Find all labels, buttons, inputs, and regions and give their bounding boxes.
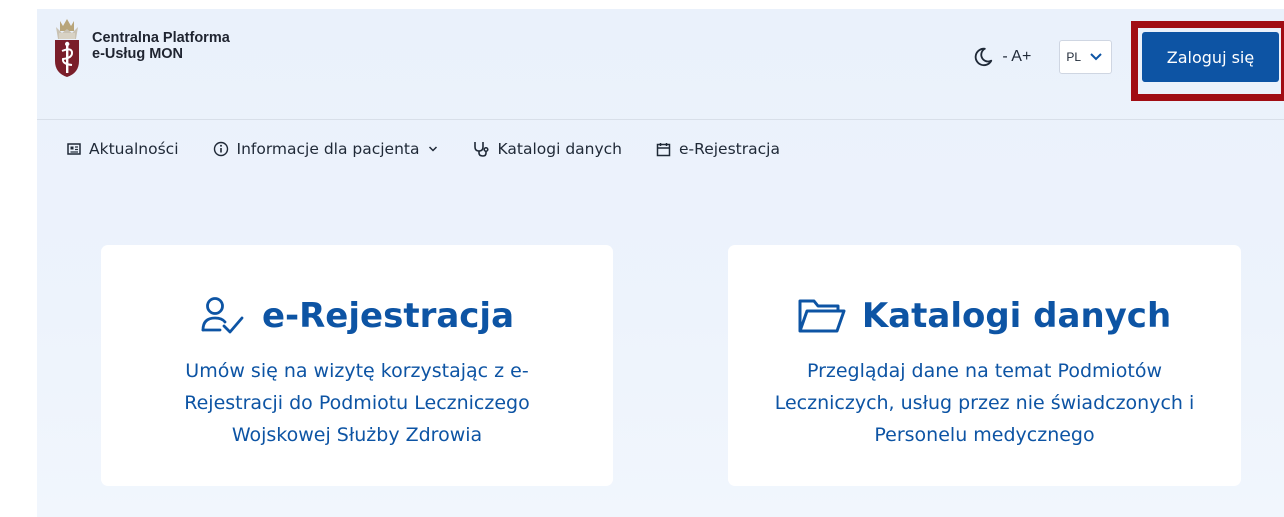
header-tools: - A+ PL Zaloguj się [972, 32, 1284, 82]
main-nav: Aktualności Informacje dla pacjenta Kata… [67, 140, 814, 158]
card-title-text: Katalogi danych [861, 296, 1172, 336]
card-title: Katalogi danych [728, 291, 1241, 341]
font-size-toggle[interactable]: - A+ [1002, 48, 1031, 66]
card-description: Przeglądaj dane na temat Podmiotów Leczn… [774, 360, 1195, 446]
card-title: e-Rejestracja [101, 291, 613, 341]
logo[interactable]: Centralna Platforma e-Usług MON [52, 17, 230, 79]
nav-item-informacje-dla-pacjenta[interactable]: Informacje dla pacjenta [213, 140, 438, 158]
nav-label: e-Rejestracja [679, 140, 780, 158]
card-e-rejestracja[interactable]: e-Rejestracja Umów się na wizytę korzyst… [101, 245, 613, 486]
chevron-down-icon [428, 146, 437, 152]
military-health-emblem-icon [55, 19, 79, 77]
logo-line-2: e-Usług MON [92, 46, 184, 62]
nav-label: Aktualności [89, 140, 179, 158]
language-select[interactable]: PL [1059, 40, 1112, 74]
folder-icon [798, 299, 846, 333]
logo-line-1: Centralna Platforma [92, 30, 230, 46]
card-description: Umów się na wizytę korzystając z e-Rejes… [184, 360, 530, 446]
card-katalogi-danych[interactable]: Katalogi danych Przeglądaj dane na temat… [728, 245, 1241, 486]
language-value: PL [1066, 50, 1081, 64]
calendar-icon [656, 142, 671, 156]
login-button[interactable]: Zaloguj się [1142, 32, 1279, 82]
nav-label: Informacje dla pacjenta [236, 140, 420, 158]
page: Centralna Platforma e-Usług MON - A+ PL … [37, 9, 1284, 517]
dark-mode-moon-icon[interactable] [972, 46, 994, 68]
stethoscope-icon [473, 142, 489, 157]
info-icon [213, 141, 228, 157]
newspaper-icon [67, 143, 81, 155]
user-check-icon [201, 297, 244, 334]
chevron-down-icon [1090, 53, 1102, 61]
card-title-text: e-Rejestracja [261, 296, 515, 336]
nav-item-e-rejestracja[interactable]: e-Rejestracja [656, 140, 780, 158]
nav-item-katalogi-danych[interactable]: Katalogi danych [472, 140, 623, 158]
header-divider [37, 119, 1284, 120]
nav-item-aktualnosci[interactable]: Aktualności [67, 140, 179, 158]
nav-label: Katalogi danych [497, 140, 623, 158]
logo-text: Centralna Platforma e-Usług MON [92, 30, 230, 62]
